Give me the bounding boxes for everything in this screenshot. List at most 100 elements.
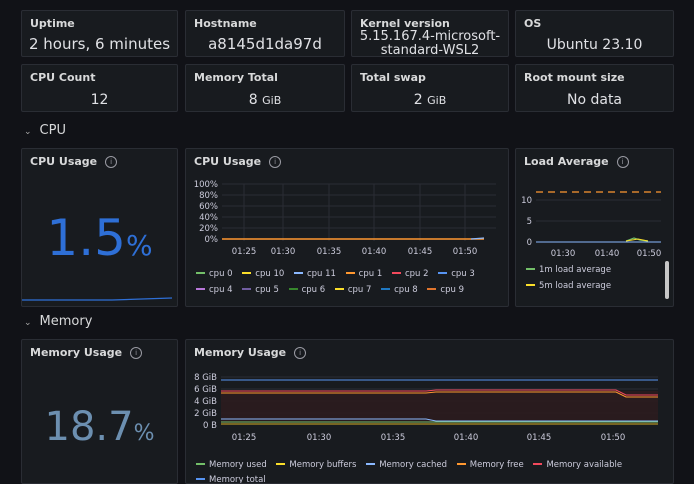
stat-value: a8145d1da97d	[208, 35, 322, 53]
panel-title: CPU Usage i	[30, 155, 118, 168]
gauge-value: 18.7%	[22, 404, 177, 450]
legend: Memory used Memory buffers Memory cached…	[196, 460, 629, 470]
legend-item[interactable]: cpu 0	[196, 269, 233, 279]
gauge-number: 1.5	[46, 209, 126, 267]
panel-title: Hostname	[194, 17, 257, 30]
stat-panel-hostname[interactable]: Hostname a8145d1da97d	[185, 10, 345, 57]
x-tick: 01:30	[307, 433, 332, 443]
legend-item[interactable]: Memory available	[533, 460, 622, 470]
legend-item[interactable]: cpu 3	[438, 269, 475, 279]
panel-title-text: Memory Usage	[30, 346, 123, 359]
stat-panel-total-swap[interactable]: Total swap 2 GiB	[351, 64, 509, 112]
sparkline	[22, 297, 173, 301]
legend-item[interactable]: cpu 6	[288, 285, 325, 295]
legend-scrollbar[interactable]	[665, 261, 669, 299]
legend-item[interactable]: cpu 5	[242, 285, 279, 295]
legend-item[interactable]: cpu 8	[381, 285, 418, 295]
panel-title: Load Average i	[524, 155, 629, 168]
x-tick: 01:35	[317, 247, 342, 257]
legend: Memory total	[196, 475, 273, 483]
cpu-usage-plot: 100% 80% 60% 40% 20% 0% 01:25 01:30 01:3…	[194, 180, 496, 257]
legend-item[interactable]: Memory used	[196, 460, 267, 470]
panel-title: Memory Total	[194, 71, 278, 84]
legend-item[interactable]: cpu 9	[427, 285, 464, 295]
info-icon[interactable]: i	[294, 347, 307, 359]
stat-number: 2	[413, 92, 423, 108]
stat-number: 8	[248, 92, 258, 108]
panel-cpu-usage-chart[interactable]: CPU Usage i 100% 80% 60% 40% 20% 0% 01:25…	[185, 148, 509, 307]
y-tick: 5	[527, 217, 532, 227]
y-tick: 8 GiB	[194, 373, 217, 383]
panel-title: Memory Usage i	[194, 346, 307, 359]
panel-title: Memory Usage i	[30, 346, 143, 359]
stat-panel-memory-total[interactable]: Memory Total 8 GiB	[185, 64, 345, 112]
y-tick: 6 GiB	[194, 385, 217, 395]
legend-item[interactable]: cpu 1	[345, 269, 382, 279]
stat-panel-uptime[interactable]: Uptime 2 hours, 6 minutes	[21, 10, 178, 57]
legend-item[interactable]: cpu 10	[242, 269, 284, 279]
stat-value-line2: standard-WSL2	[380, 43, 480, 57]
legend-item[interactable]: Memory cached	[366, 460, 447, 470]
panel-title-text: Load Average	[524, 155, 609, 168]
panel-load-average[interactable]: Load Average i 10 5 0 01:30 01:40 01:50 1…	[515, 148, 674, 307]
y-tick: 20%	[199, 224, 218, 234]
chevron-down-icon: ⌄	[24, 127, 32, 137]
panel-title-text: CPU Usage	[30, 155, 98, 168]
panel-title: Root mount size	[524, 71, 625, 84]
gauge-unit: %	[125, 229, 153, 262]
legend-item[interactable]: Memory free	[456, 460, 524, 470]
x-tick: 01:45	[527, 433, 552, 443]
x-tick: 01:30	[551, 249, 576, 259]
legend-item[interactable]: 1m load average	[526, 265, 611, 275]
x-tick: 01:50	[601, 433, 626, 443]
stat-unit: GiB	[262, 94, 282, 107]
info-icon[interactable]: i	[130, 347, 143, 359]
legend-item[interactable]: 5m load average	[526, 281, 611, 291]
legend-item[interactable]: cpu 11	[293, 269, 336, 279]
gauge-value: 1.5%	[22, 209, 177, 267]
chevron-down-icon: ⌄	[24, 318, 32, 328]
x-tick: 01:25	[232, 247, 257, 257]
panel-title: Total swap	[360, 71, 426, 84]
x-tick: 01:40	[454, 433, 479, 443]
y-tick: 10	[521, 196, 532, 206]
info-icon[interactable]: i	[105, 156, 118, 168]
y-tick: 40%	[199, 213, 218, 223]
stat-panel-root-mount-size[interactable]: Root mount size No data	[515, 64, 674, 112]
stat-unit: GiB	[427, 94, 447, 107]
info-icon[interactable]: i	[616, 156, 629, 168]
legend-item[interactable]: cpu 4	[196, 285, 233, 295]
stat-panel-kernel-version[interactable]: Kernel version 5.15.167.4-microsoft- sta…	[351, 10, 509, 57]
panel-title-text: Memory Usage	[194, 346, 287, 359]
panel-memory-usage-chart[interactable]: Memory Usage i 8 GiB 6 GiB 4 GiB 2 GiB 0 …	[185, 339, 674, 484]
x-tick: 01:25	[232, 433, 257, 443]
x-tick: 01:30	[271, 247, 296, 257]
x-tick: 01:50	[637, 249, 662, 259]
panel-title: CPU Count	[30, 71, 96, 84]
y-tick: 2 GiB	[194, 409, 217, 419]
legend-item[interactable]: Memory buffers	[276, 460, 356, 470]
row-header-cpu[interactable]: ⌄ CPU	[24, 123, 66, 138]
gauge-number: 18.7	[44, 404, 134, 450]
info-icon[interactable]: i	[269, 156, 282, 168]
y-tick: 60%	[199, 202, 218, 212]
legend-item[interactable]: cpu 7	[334, 285, 371, 295]
x-tick: 01:50	[453, 247, 478, 257]
y-tick: 0 B	[203, 421, 217, 431]
legend-item[interactable]: Memory total	[196, 475, 266, 483]
stat-value: No data	[566, 92, 623, 108]
stat-panel-cpu-count[interactable]: CPU Count 12	[21, 64, 178, 112]
row-header-memory[interactable]: ⌄ Memory	[24, 314, 92, 329]
y-tick: 0	[527, 238, 532, 248]
legend: 1m load average 5m load average	[526, 265, 611, 291]
panel-memory-usage-gauge[interactable]: Memory Usage i 18.7%	[21, 339, 178, 484]
panel-title: Uptime	[30, 17, 75, 30]
panel-title-text: CPU Usage	[194, 155, 262, 168]
legend-item[interactable]: cpu 2	[391, 269, 429, 279]
stat-panel-os[interactable]: OS Ubuntu 23.10	[515, 10, 674, 57]
panel-cpu-usage-gauge[interactable]: CPU Usage i 1.5%	[21, 148, 178, 307]
stat-value-line1: 5.15.167.4-microsoft-	[359, 29, 501, 44]
panel-title: OS	[524, 17, 542, 30]
row-title: CPU	[39, 123, 66, 138]
stat-value: 8 GiB	[186, 92, 344, 108]
